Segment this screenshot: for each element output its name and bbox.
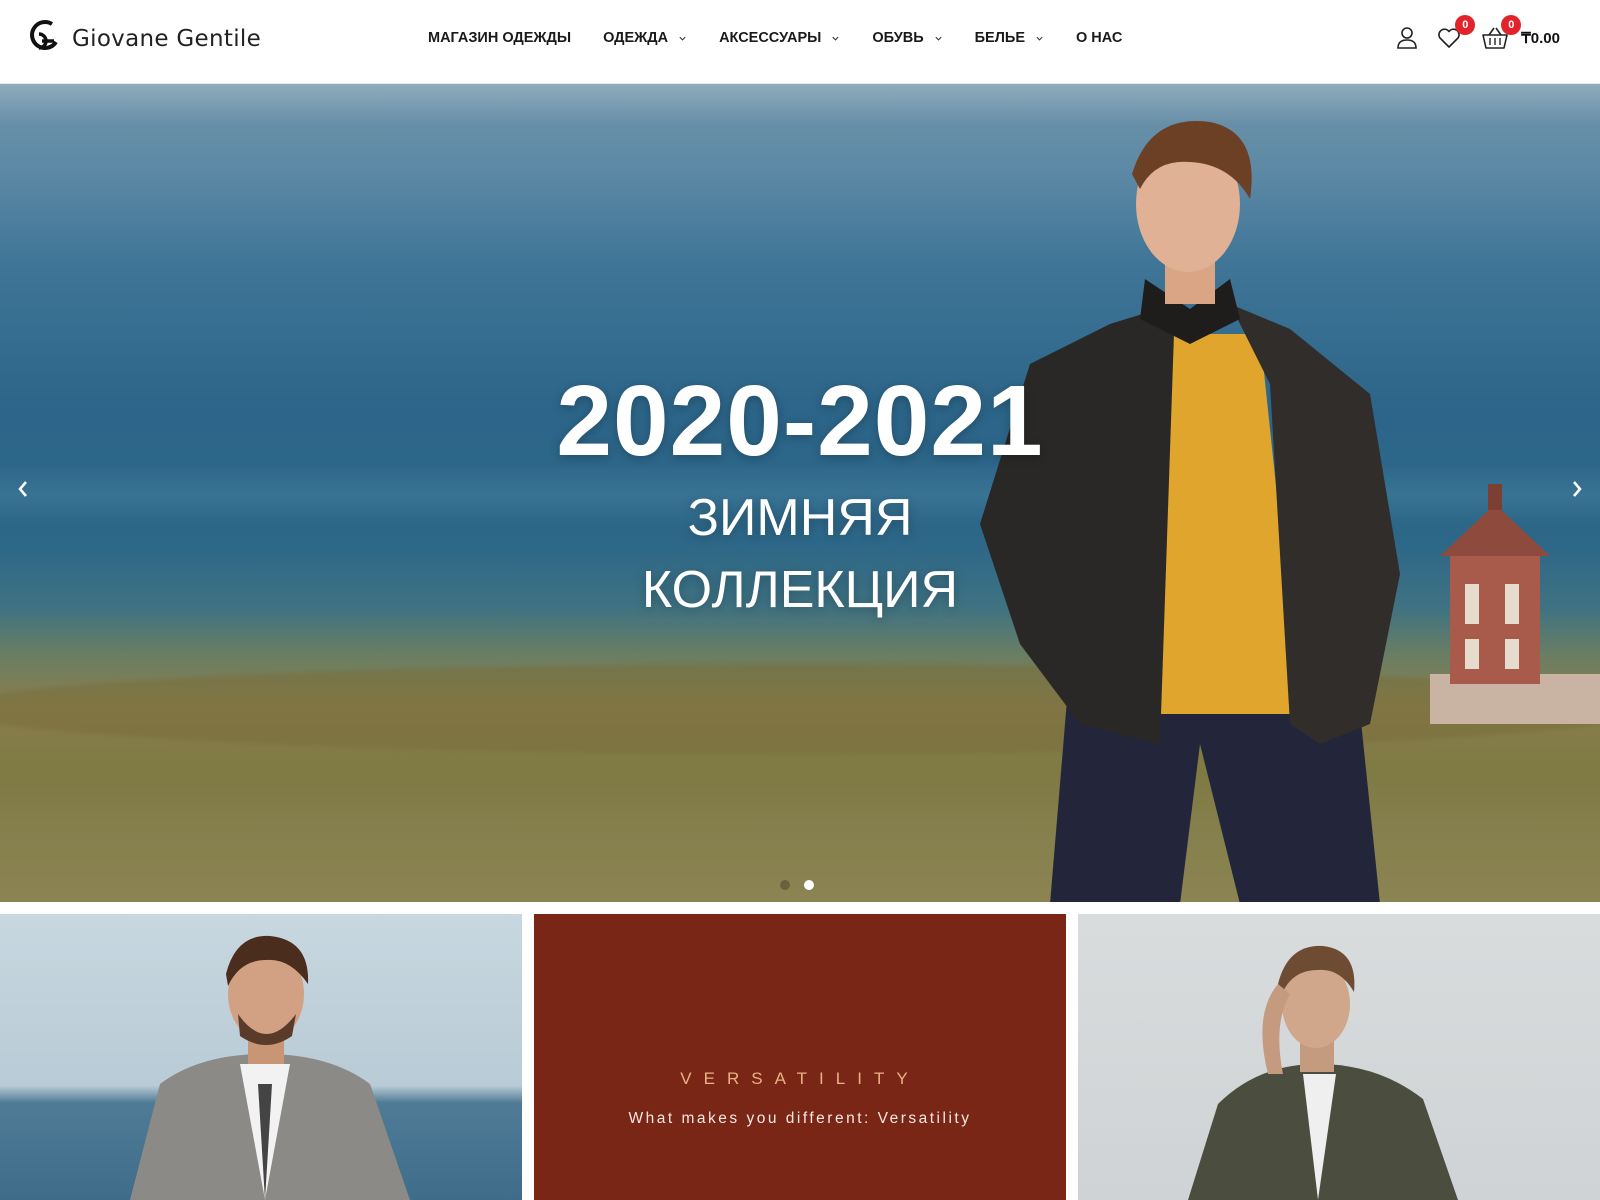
hero-title: 2020-2021 [556,365,1044,477]
slider-pagination [780,880,814,890]
promo-tile-versatility[interactable]: VERSATILITY What makes you different: Ve… [534,914,1066,1200]
brand-name: Giovane Gentile [72,26,262,52]
user-icon [1397,27,1418,49]
slider-dot-2[interactable] [804,880,814,890]
nav-item-label: ОБУВЬ [872,30,924,46]
hero-slider: 2020-2021 ЗИМНЯЯ КОЛЛЕКЦИЯ [0,84,1600,902]
promo-title: VERSATILITY [680,1069,920,1088]
promo-tile-coat[interactable] [0,914,522,1200]
main-nav: МАГАЗИН ОДЕЖДЫ ОДЕЖДА АКСЕССУАРЫ ОБУВЬ Б… [428,30,1154,46]
cart-total[interactable]: ₸0.00 [1521,29,1560,47]
chevron-left-icon [18,481,27,497]
chevron-right-icon [1573,481,1582,497]
cart-count-badge: 0 [1501,15,1522,35]
nav-item-label: О НАС [1076,30,1123,46]
slider-prev-button[interactable] [8,474,38,504]
nav-item-accessories[interactable]: АКСЕССУАРЫ [719,30,840,46]
promo-tiles: VERSATILITY What makes you different: Ve… [0,914,1600,1200]
nav-item-clothing[interactable]: ОДЕЖДА [603,30,687,46]
account-button[interactable] [1393,24,1421,52]
hero-subtitle-line-2: КОЛЛЕКЦИЯ [641,561,959,619]
header-actions: 0 0 ₸0.00 [1379,15,1560,52]
chevron-down-icon [679,36,686,41]
wishlist-button[interactable]: 0 [1435,15,1476,52]
slider-dot-1[interactable] [780,880,790,890]
hero-subtitle: ЗИМНЯЯ КОЛЛЕКЦИЯ [0,482,1600,626]
promo-tile-jacket[interactable] [1078,914,1600,1200]
nav-item-shoes[interactable]: ОБУВЬ [872,30,942,46]
chevron-down-icon [832,36,839,41]
jacket-model-figure [1188,945,1458,1200]
nav-item-label: АКСЕССУАРЫ [719,30,822,46]
wishlist-count-badge: 0 [1455,15,1476,35]
nav-item-label: МАГАЗИН ОДЕЖДЫ [428,30,572,46]
hero-subtitle-line-1: ЗИМНЯЯ [687,489,913,547]
brand-logo[interactable]: Giovane Gentile [30,18,261,60]
chevron-down-icon [935,36,942,41]
nav-item-label: БЕЛЬЕ [974,30,1025,46]
nav-item-about[interactable]: О НАС [1076,30,1122,46]
site-header: Giovane Gentile МАГАЗИН ОДЕЖДЫ ОДЕЖДА АК… [0,0,1600,84]
nav-item-underwear[interactable]: БЕЛЬЕ [975,30,1044,46]
chevron-down-icon [1036,36,1043,41]
coat-model-figure [130,935,410,1200]
slider-next-button[interactable] [1562,474,1592,504]
cart-button[interactable]: 0 [1481,15,1522,52]
logo-mark-icon [30,20,58,50]
nav-item-label: ОДЕЖДА [603,30,669,46]
promo-subtitle: What makes you different: Versatility [628,1110,972,1127]
nav-item-clothing-store[interactable]: МАГАЗИН ОДЕЖДЫ [428,30,571,46]
